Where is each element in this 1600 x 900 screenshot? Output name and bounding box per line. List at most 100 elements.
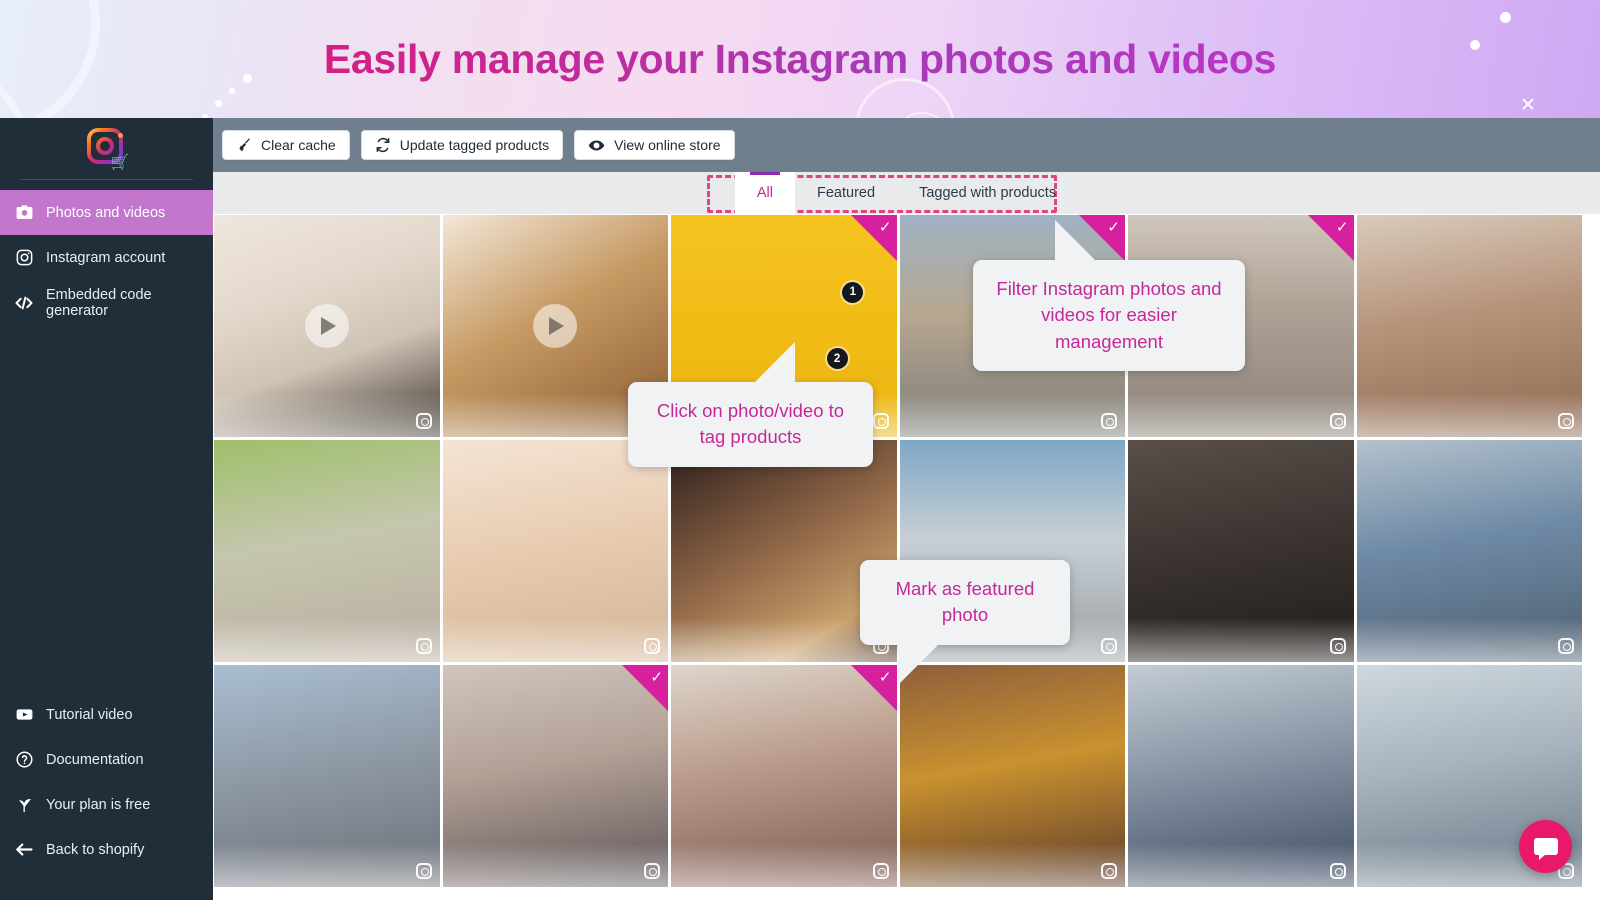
instagram-source-icon — [1558, 413, 1574, 429]
sidebar-item-label: Photos and videos — [46, 204, 166, 221]
filter-tabs: All Featured Tagged with products — [734, 172, 1078, 214]
sidebar-item-label: Tutorial video — [46, 706, 133, 723]
thumbnail-gradient-overlay — [1128, 393, 1354, 437]
thumbnail-gradient-overlay — [1128, 618, 1354, 662]
youtube-play-icon — [14, 705, 34, 725]
check-icon: ✓ — [1107, 218, 1120, 236]
code-icon — [14, 293, 34, 313]
arrow-left-icon — [14, 840, 34, 860]
sidebar-item-instagram-account[interactable]: Instagram account — [0, 235, 213, 280]
instagram-source-icon — [1558, 638, 1574, 654]
thumbnail-gradient-overlay — [214, 618, 440, 662]
eye-icon — [588, 137, 605, 154]
update-tagged-products-label: Update tagged products — [399, 137, 550, 153]
thumbnail-gradient-overlay — [214, 393, 440, 437]
photo-tile[interactable] — [1356, 440, 1582, 662]
photo-grid: ✓ 1 2 ✓ ✓ ✓ ✓ — [213, 214, 1600, 887]
instagram-source-icon — [1101, 863, 1117, 879]
sidebar-item-label: Your plan is free — [46, 796, 151, 813]
tab-featured[interactable]: Featured — [795, 172, 897, 214]
clear-cache-label: Clear cache — [261, 137, 336, 153]
decorative-dot — [229, 88, 235, 94]
instagram-source-icon — [1101, 413, 1117, 429]
photo-tile[interactable] — [899, 665, 1125, 887]
photo-tile[interactable] — [442, 440, 668, 662]
photo-tile[interactable] — [1128, 440, 1354, 662]
instagram-source-icon — [1101, 638, 1117, 654]
thumbnail-gradient-overlay — [214, 843, 440, 887]
sidebar-item-label: Documentation — [46, 751, 144, 768]
sidebar-item-label: Embedded code generator — [46, 286, 152, 319]
sidebar-item-photos-and-videos[interactable]: Photos and videos — [0, 190, 213, 235]
photo-tile[interactable] — [1128, 665, 1354, 887]
broom-icon — [236, 137, 252, 153]
callout-click-to-tag: Click on photo/video to tag products — [628, 342, 873, 467]
thumbnail-gradient-overlay — [442, 618, 668, 662]
photo-tile[interactable]: ✓ — [442, 665, 668, 887]
sidebar: 🛒 Photos and videos Instagram account Em… — [0, 118, 213, 900]
callout-text: Filter Instagram photos and videos for e… — [996, 278, 1222, 352]
instagram-source-icon — [415, 863, 432, 879]
photo-tile[interactable] — [214, 665, 440, 887]
instagram-source-icon — [644, 863, 660, 879]
check-icon: ✓ — [650, 668, 663, 686]
instagram-source-icon — [1329, 413, 1346, 429]
filter-tabs-bar: All Featured Tagged with products — [213, 172, 1600, 214]
sidebar-item-label: Instagram account — [46, 249, 166, 266]
decorative-ring — [855, 78, 955, 118]
sidebar-item-your-plan[interactable]: Your plan is free — [0, 782, 213, 827]
close-icon[interactable]: ✕ — [1518, 95, 1538, 115]
thumbnail-gradient-overlay — [671, 843, 897, 887]
sprout-icon — [14, 795, 34, 815]
sidebar-item-embedded-code-generator[interactable]: Embedded code generator — [0, 280, 213, 325]
sidebar-item-label: Back to shopify — [46, 841, 145, 858]
photo-tile[interactable] — [1356, 215, 1582, 437]
photo-tile[interactable] — [214, 215, 440, 437]
instagram-shop-logo-icon: 🛒 — [84, 126, 130, 172]
callout-filter: Filter Instagram photos and videos for e… — [973, 220, 1245, 371]
tab-tagged-with-products[interactable]: Tagged with products — [897, 172, 1078, 214]
chat-support-button[interactable] — [1519, 820, 1572, 873]
tab-all[interactable]: All — [734, 172, 796, 214]
play-icon[interactable] — [304, 304, 349, 348]
chat-bubble-icon — [1533, 838, 1558, 860]
sidebar-nav-secondary: Tutorial video Documentation Your plan i… — [0, 692, 213, 872]
page-title: Easily manage your Instagram photos and … — [0, 36, 1600, 83]
check-icon: ✓ — [1335, 218, 1349, 236]
photo-tile[interactable]: ✓ — [671, 665, 897, 887]
thumbnail-gradient-overlay — [1128, 843, 1354, 887]
instagram-icon — [14, 248, 34, 268]
thumbnail-gradient-overlay — [899, 843, 1125, 887]
clear-cache-button[interactable]: Clear cache — [222, 130, 350, 160]
product-tag-marker[interactable]: 2 — [826, 348, 848, 370]
play-icon[interactable] — [533, 304, 578, 348]
thumbnail-gradient-overlay — [442, 843, 668, 887]
instagram-source-icon — [872, 413, 889, 429]
photo-tile[interactable] — [214, 440, 440, 662]
refresh-icon — [375, 137, 391, 153]
instagram-source-icon — [415, 413, 432, 429]
sidebar-item-tutorial-video[interactable]: Tutorial video — [0, 692, 213, 737]
question-circle-icon — [14, 750, 34, 770]
product-tag-marker[interactable]: 1 — [842, 281, 864, 303]
sidebar-item-documentation[interactable]: Documentation — [0, 737, 213, 782]
instagram-source-icon — [644, 638, 660, 654]
callout-text: Mark as featured photo — [895, 578, 1035, 626]
check-icon: ✓ — [878, 668, 892, 686]
toolbar: Clear cache Update tagged products View … — [213, 118, 1600, 172]
promo-banner: Easily manage your Instagram photos and … — [0, 0, 1600, 118]
check-icon: ✓ — [878, 218, 892, 236]
main-content: Clear cache Update tagged products View … — [213, 118, 1600, 900]
thumbnail-gradient-overlay — [1356, 618, 1582, 662]
update-tagged-products-button[interactable]: Update tagged products — [360, 130, 564, 160]
instagram-source-icon — [1329, 638, 1346, 654]
callout-mark-featured: Mark as featured photo — [860, 560, 1070, 685]
brand-logo: 🛒 — [20, 118, 193, 180]
view-online-store-button[interactable]: View online store — [574, 130, 735, 160]
instagram-source-icon — [415, 638, 432, 654]
sidebar-nav-primary: Photos and videos Instagram account Embe… — [0, 190, 213, 325]
camera-icon — [14, 203, 34, 223]
decorative-dot — [215, 100, 222, 107]
sidebar-item-back-to-shopify[interactable]: Back to shopify — [0, 827, 213, 872]
view-online-store-label: View online store — [614, 137, 721, 153]
